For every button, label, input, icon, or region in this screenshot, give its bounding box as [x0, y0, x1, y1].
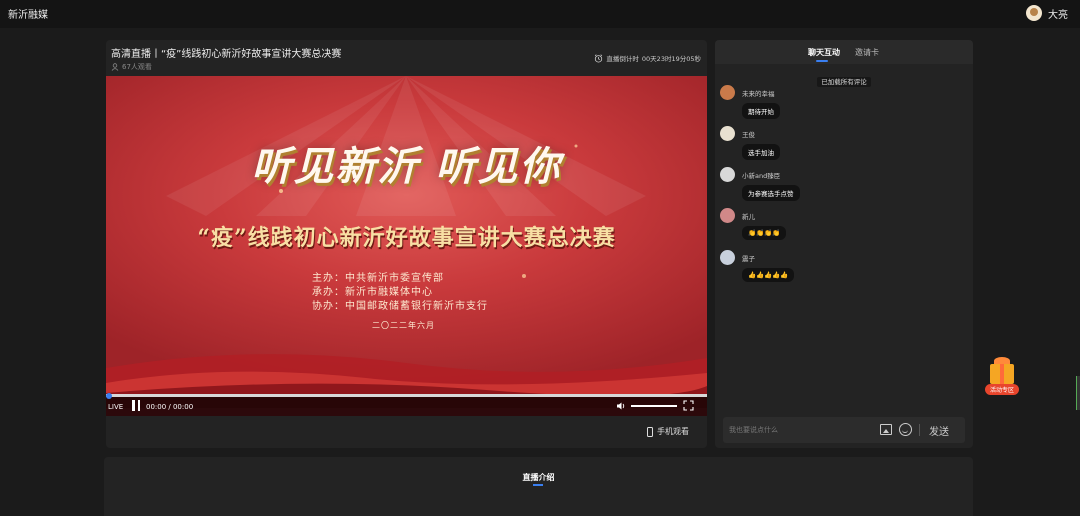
message-author[interactable]: 新儿: [742, 211, 755, 221]
tab-invite-card[interactable]: 邀请卡: [855, 47, 879, 58]
message-author[interactable]: 小新and臻臣: [742, 170, 780, 180]
sponsor-host: 主办：中共新沂市委宣传部: [312, 273, 444, 284]
send-button[interactable]: 发送: [929, 423, 949, 438]
message-text: 期待开始: [742, 103, 780, 119]
username[interactable]: 大亮: [1048, 6, 1068, 21]
phone-icon: [647, 426, 653, 437]
comments-loaded-notice: 已加载所有评论: [715, 69, 973, 88]
countdown-label: 直播倒计时: [606, 55, 639, 63]
user-menu[interactable]: 大亮: [1026, 4, 1068, 22]
side-handle[interactable]: [1076, 376, 1080, 410]
viewer-count-text: 67人观看: [122, 63, 152, 71]
sponsor-organizer: 承办：新沂市融媒体中心: [312, 287, 433, 298]
pause-button[interactable]: [132, 400, 140, 411]
sponsor-coorganizer: 协办：中国邮政储蓄银行新沂市支行: [312, 301, 488, 312]
tab-live-intro[interactable]: 直播介绍: [104, 472, 973, 483]
message-avatar[interactable]: [720, 208, 735, 223]
event-date: 二〇二二年六月: [372, 321, 435, 330]
input-divider: [919, 424, 920, 436]
brand-logo[interactable]: 新沂融媒: [8, 6, 48, 21]
message-author[interactable]: 王俊: [742, 129, 755, 139]
fullscreen-icon[interactable]: [683, 400, 694, 411]
stream-title: 高清直播丨“疫”线践初心新沂好故事宣讲大赛总决赛: [111, 49, 342, 60]
message-author[interactable]: 震子: [742, 253, 755, 263]
intro-section: 直播介绍: [104, 457, 973, 516]
progress-knob[interactable]: [106, 393, 112, 399]
video-frame[interactable]: 听见新沂 听见你 “疫”线践初心新沂好故事宣讲大赛总决赛 主办：中共新沂市委宣传…: [106, 76, 707, 416]
video-subtitle: “疫”线践初心新沂好故事宣讲大赛总决赛: [197, 225, 616, 251]
sponsor-list: 主办：中共新沂市委宣传部 承办：新沂市融媒体中心 协办：中国邮政储蓄银行新沂市支…: [312, 272, 488, 314]
mobile-watch-label: 手机观看: [657, 427, 689, 436]
message-text: 为参赛选手点赞: [742, 185, 800, 201]
user-avatar[interactable]: [1026, 5, 1042, 21]
user-icon: [111, 63, 119, 71]
emoji-icon[interactable]: [899, 423, 912, 436]
top-bar: 新沂融媒 大亮: [0, 0, 1080, 28]
activity-gift-button[interactable]: 活动专区: [985, 355, 1019, 397]
chat-panel: 聊天互动 邀请卡 已加载所有评论 未来的幸福 期待开始 王俊 选手加油 小新an…: [715, 40, 973, 448]
intro-tab-indicator: [533, 484, 543, 486]
calligraphy-title: 听见新沂 听见你: [251, 143, 562, 190]
live-label: LIVE: [108, 403, 124, 411]
active-tab-indicator: [816, 60, 828, 62]
chat-input[interactable]: [729, 424, 869, 436]
progress-bar[interactable]: [106, 394, 707, 397]
message-text: 👏👏👏👏: [742, 226, 787, 240]
countdown: 直播倒计时 00天23时19分05秒: [594, 53, 701, 63]
chat-tabs: 聊天互动 邀请卡: [715, 40, 973, 64]
message-avatar[interactable]: [720, 85, 735, 100]
countdown-value: 00天23时19分05秒: [641, 55, 701, 63]
message-avatar[interactable]: [720, 126, 735, 141]
volume-slider[interactable]: [631, 405, 677, 407]
image-upload-icon[interactable]: [880, 424, 892, 435]
viewer-count: 67人观看: [111, 62, 152, 72]
volume-icon[interactable]: [616, 401, 626, 411]
time-display: 00:00 / 00:00: [146, 403, 194, 411]
chat-input-bar: 发送: [723, 417, 965, 443]
message-avatar[interactable]: [720, 167, 735, 182]
player-card: 高清直播丨“疫”线践初心新沂好故事宣讲大赛总决赛 67人观看 直播倒计时 00天…: [106, 40, 707, 448]
notice-text: 已加载所有评论: [817, 77, 871, 87]
message-author[interactable]: 未来的幸福: [742, 88, 775, 98]
gift-label: 活动专区: [985, 384, 1019, 395]
message-avatar[interactable]: [720, 250, 735, 265]
clock-icon: [595, 53, 603, 63]
gift-icon: [990, 364, 1014, 384]
message-text: 👍👍👍👍👍: [742, 268, 795, 282]
tab-chat[interactable]: 聊天互动: [808, 47, 840, 58]
message-text: 选手加油: [742, 144, 780, 160]
mobile-watch-button[interactable]: 手机观看: [647, 426, 689, 437]
